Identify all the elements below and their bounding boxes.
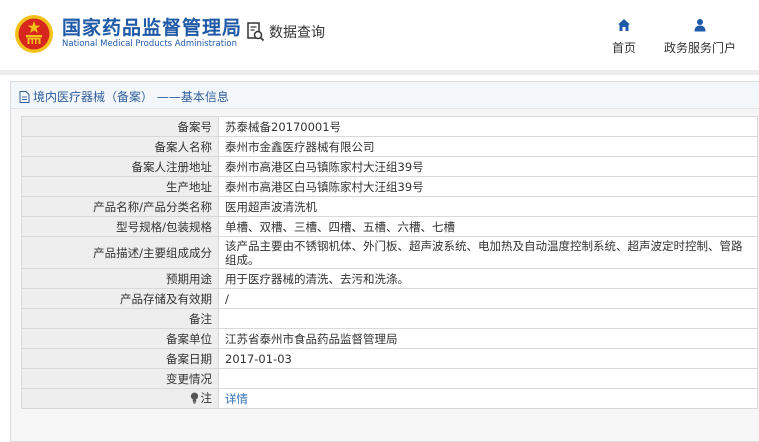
field-value: 泰州市金鑫医疗器械有限公司 bbox=[218, 136, 758, 157]
home-icon bbox=[618, 19, 630, 31]
table-row: 备注 bbox=[21, 308, 758, 329]
field-value: 2017-01-03 bbox=[218, 348, 758, 369]
field-value: 该产品主要由不锈钢机体、外门板、超声波系统、电加热及自动温度控制系统、超声波定时… bbox=[218, 236, 758, 269]
field-label: 预期用途 bbox=[21, 268, 219, 289]
field-value: 医用超声波清洗机 bbox=[218, 196, 758, 217]
table-row: 产品描述/主要组成成分 该产品主要由不锈钢机体、外门板、超声波系统、电加热及自动温… bbox=[21, 236, 758, 269]
note-label: 注 bbox=[21, 388, 219, 409]
table-row: 变更情况 bbox=[21, 368, 758, 389]
table-row-note: 注 详情 bbox=[21, 388, 758, 409]
field-label: 变更情况 bbox=[21, 368, 219, 389]
field-label: 产品存储及有效期 bbox=[21, 288, 219, 309]
panel-title: 境内医疗器械（备案） ——基本信息 bbox=[19, 88, 229, 105]
site-subtitle: National Medical Products Administration bbox=[62, 39, 237, 49]
table-row: 备案日期 2017-01-03 bbox=[21, 348, 758, 369]
lightbulb-icon bbox=[190, 392, 198, 403]
field-value: 江苏省泰州市食品药品监督管理局 bbox=[218, 328, 758, 349]
field-label: 备案日期 bbox=[21, 348, 219, 369]
nav-service-portal[interactable]: 政务服务门户 bbox=[660, 18, 740, 56]
table-row: 型号规格/包装规格 单槽、双槽、三槽、四槽、五槽、六槽、七槽 bbox=[21, 216, 758, 237]
field-value: 泰州市高港区白马镇陈家村大汪组39号 bbox=[218, 176, 758, 197]
field-value: / bbox=[218, 288, 758, 309]
panel-header: 境内医疗器械（备案） ——基本信息 bbox=[11, 82, 759, 109]
data-query-label: 数据查询 bbox=[269, 25, 325, 41]
document-search-icon bbox=[247, 22, 265, 42]
table-row: 备案单位 江苏省泰州市食品药品监督管理局 bbox=[21, 328, 758, 349]
field-label: 备案人注册地址 bbox=[21, 156, 219, 177]
field-label: 备案号 bbox=[21, 116, 219, 137]
note-value: 详情 bbox=[218, 388, 758, 409]
table-row: 预期用途 用于医疗器械的清洗、去污和洗涤。 bbox=[21, 268, 758, 289]
site-header: 国家药品监督管理局 National Medical Products Admi… bbox=[0, 0, 759, 70]
note-key-text: 注 bbox=[200, 390, 213, 405]
note-key: 注 bbox=[190, 390, 213, 405]
table-row: 备案号 苏泰械备20170001号 bbox=[21, 116, 758, 137]
field-value: 泰州市高港区白马镇陈家村大汪组39号 bbox=[218, 156, 758, 177]
field-label: 产品描述/主要组成成分 bbox=[21, 236, 219, 269]
site-title: 国家药品监督管理局 bbox=[62, 17, 243, 39]
info-table: 备案号 苏泰械备20170001号 备案人名称 泰州市金鑫医疗器械有限公司 备案人注… bbox=[21, 116, 758, 409]
field-label: 生产地址 bbox=[21, 176, 219, 197]
table-row: 生产地址 泰州市高港区白马镇陈家村大汪组39号 bbox=[21, 176, 758, 197]
details-link[interactable]: 详情 bbox=[225, 392, 248, 406]
field-value: 单槽、双槽、三槽、四槽、五槽、六槽、七槽 bbox=[218, 216, 758, 237]
field-label: 备案单位 bbox=[21, 328, 219, 349]
table-row: 产品名称/产品分类名称 医用超声波清洗机 bbox=[21, 196, 758, 217]
detail-panel: 境内医疗器械（备案） ——基本信息 备案号 苏泰械备20170001号 备案人名称… bbox=[10, 81, 759, 442]
table-row: 产品存储及有效期 / bbox=[21, 288, 758, 309]
field-label: 产品名称/产品分类名称 bbox=[21, 196, 219, 217]
panel-title-text: 境内医疗器械（备案） ——基本信息 bbox=[33, 90, 229, 104]
national-emblem-icon bbox=[15, 15, 53, 53]
field-value bbox=[218, 308, 758, 329]
field-value bbox=[218, 368, 758, 389]
user-icon bbox=[694, 19, 706, 32]
field-value: 苏泰械备20170001号 bbox=[218, 116, 758, 137]
nav-home[interactable]: 首页 bbox=[606, 18, 642, 56]
field-value: 用于医疗器械的清洗、去污和洗涤。 bbox=[218, 268, 758, 289]
document-icon bbox=[19, 90, 30, 103]
header-divider bbox=[0, 70, 759, 75]
field-label: 备案人名称 bbox=[21, 136, 219, 157]
field-label: 备注 bbox=[21, 308, 219, 329]
field-label: 型号规格/包装规格 bbox=[21, 216, 219, 237]
nav-portal-label: 政务服务门户 bbox=[663, 41, 736, 55]
table-row: 备案人名称 泰州市金鑫医疗器械有限公司 bbox=[21, 136, 758, 157]
table-row: 备案人注册地址 泰州市高港区白马镇陈家村大汪组39号 bbox=[21, 156, 758, 177]
nav-home-label: 首页 bbox=[611, 41, 636, 55]
data-query-link[interactable]: 数据查询 bbox=[247, 20, 325, 44]
